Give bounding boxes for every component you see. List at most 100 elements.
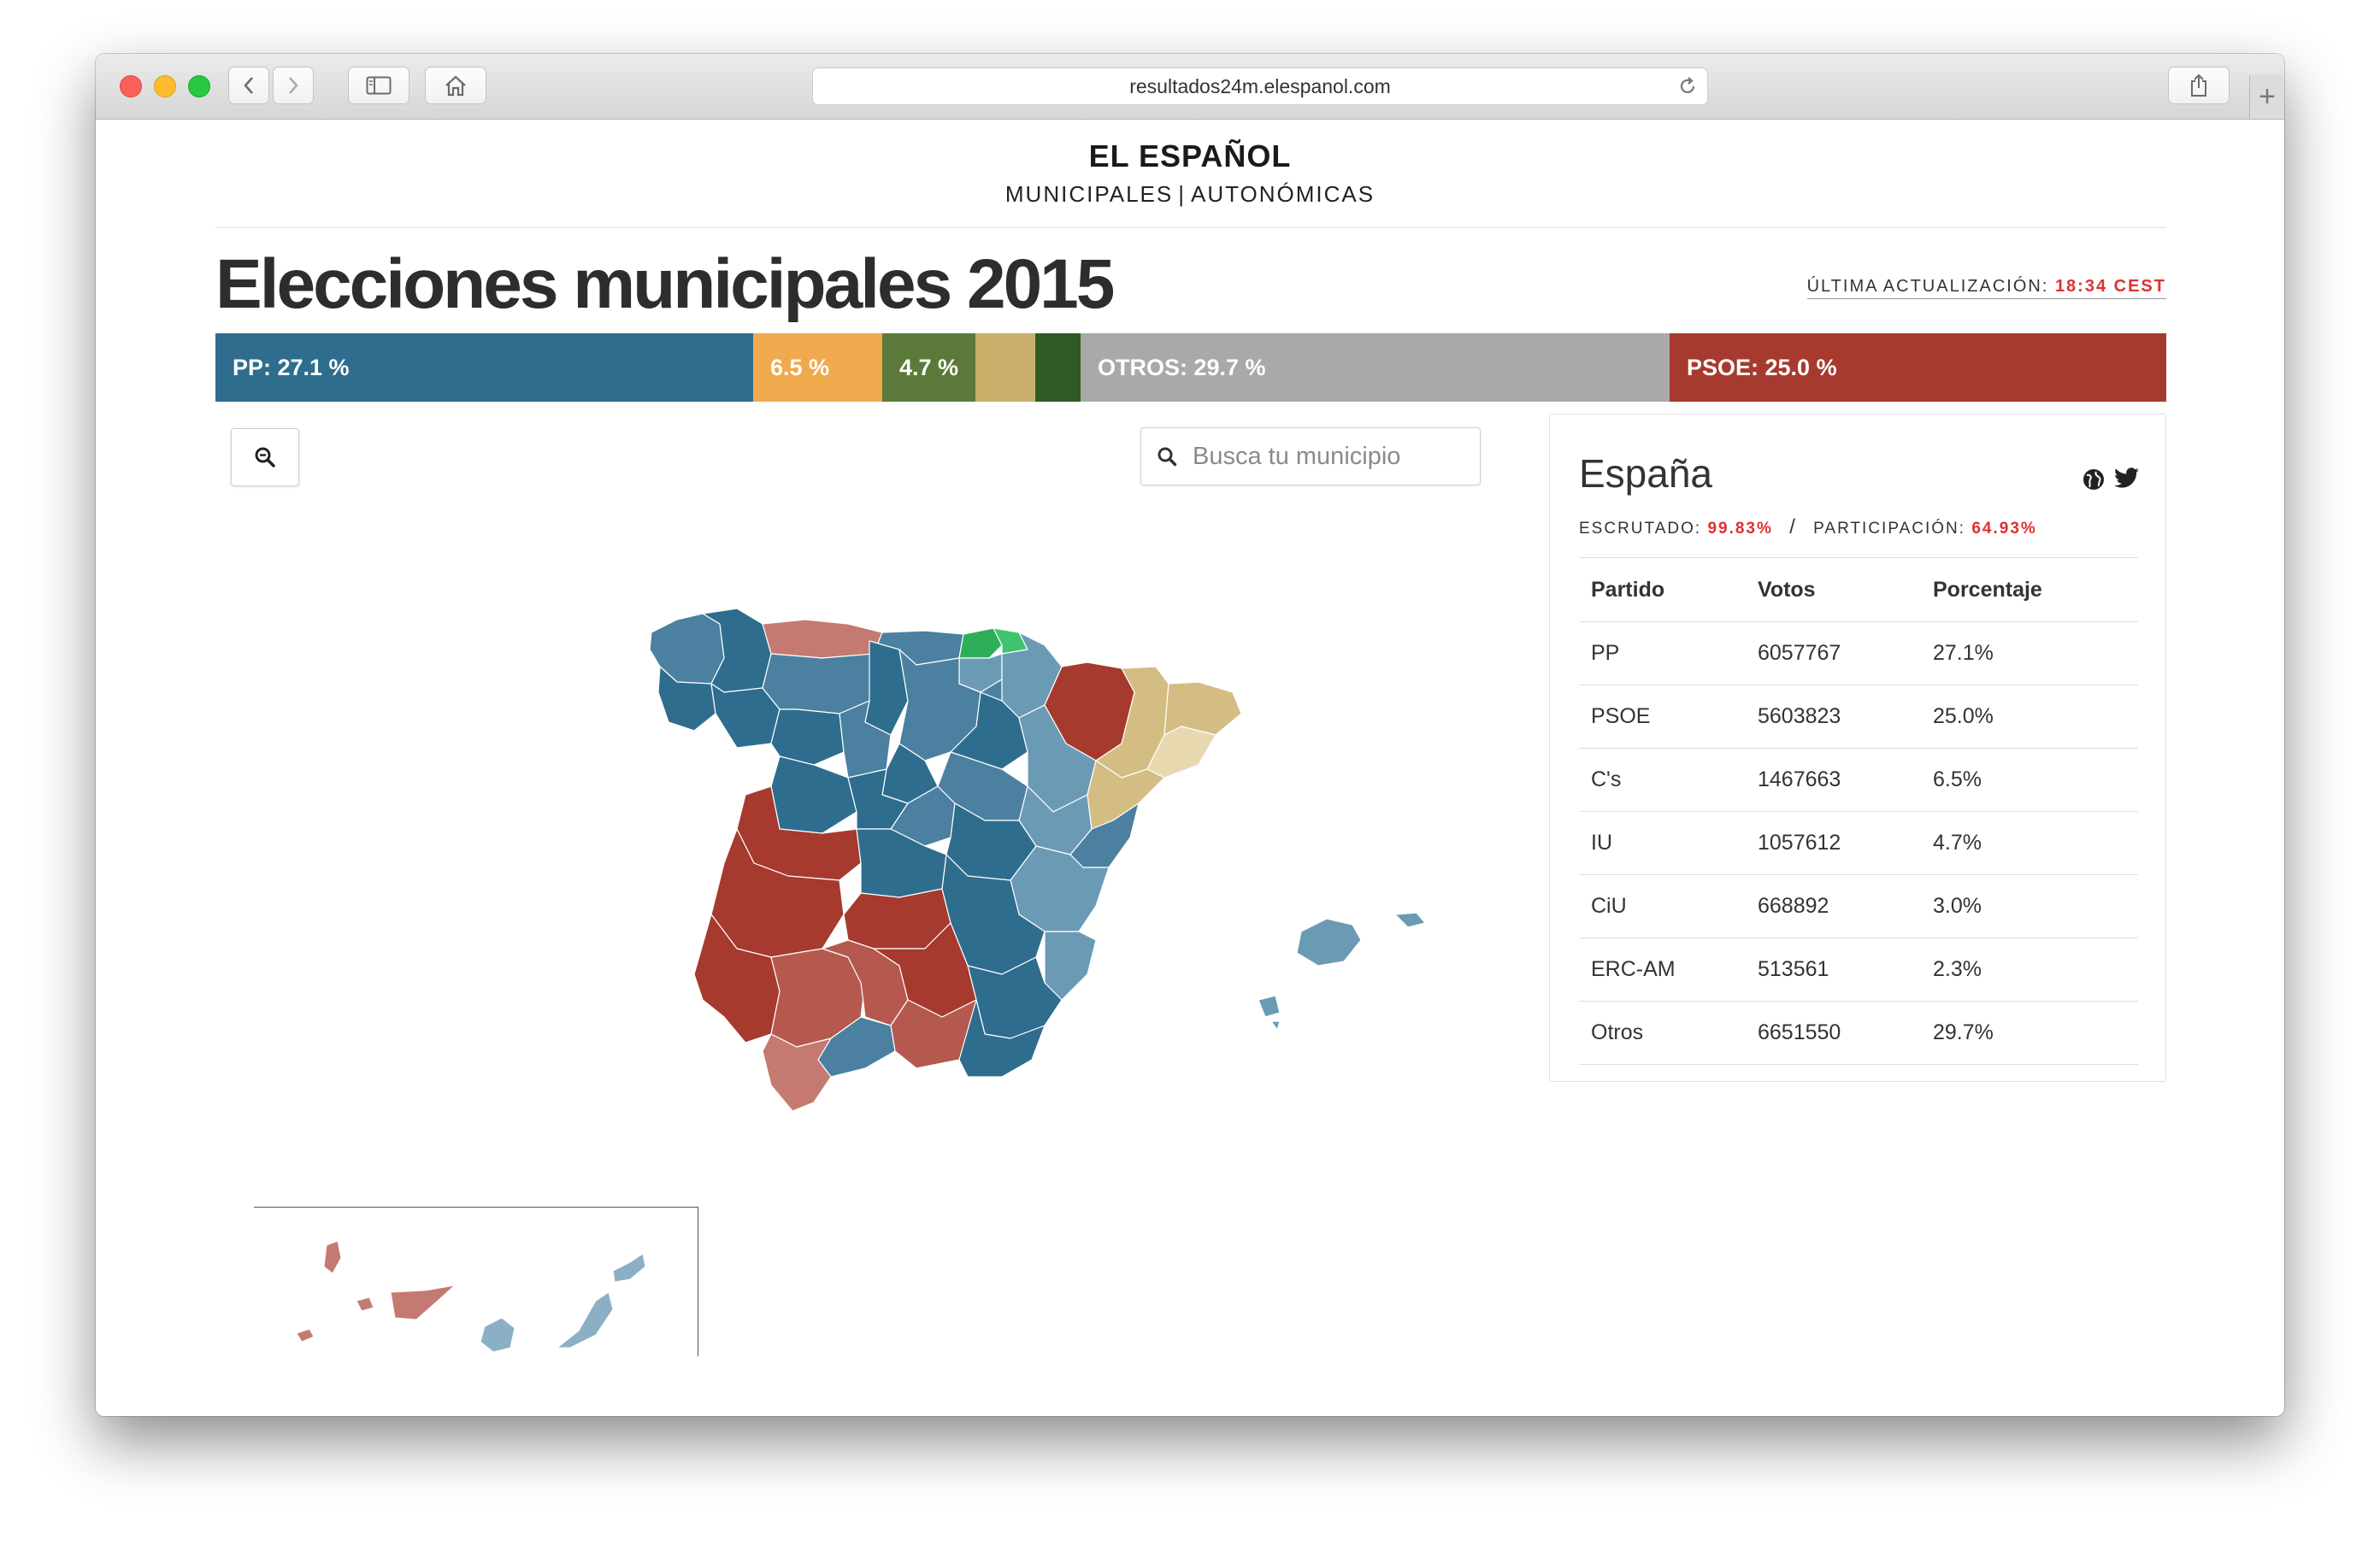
party-votes: 6057767 <box>1746 621 1921 685</box>
reload-icon[interactable] <box>1676 75 1699 97</box>
table-row: ERC-AM 513561 2.3% <box>1579 938 2138 1002</box>
island-la-gomera[interactable] <box>356 1296 374 1312</box>
results-panel: España ESCRUTADO: 99.83% / PARTICIPACIÓN… <box>1549 414 2166 1082</box>
party-votes: 6651550 <box>1746 1001 1921 1065</box>
party-name: IU <box>1579 811 1746 875</box>
party-votes: 1057612 <box>1746 811 1921 875</box>
party-votes: 513561 <box>1746 938 1921 1002</box>
nav-link-municipales[interactable]: MUNICIPALES <box>1005 181 1173 207</box>
chevron-right-icon <box>289 77 298 94</box>
new-tab-button[interactable]: + <box>2249 75 2284 119</box>
escrutado-value: 99.83% <box>1707 520 1773 538</box>
last-update-time: 18:34 CEST <box>2054 277 2166 296</box>
browser-window: resultados24m.elespanol.com + EL ESPAÑOL… <box>96 54 2284 1416</box>
site-nav: MUNICIPALES | AUTONÓMICAS <box>96 181 2284 208</box>
party-percent: 27.1% <box>1921 621 2138 685</box>
party-segment[interactable]: 6.5 % <box>753 333 882 402</box>
island-lanzarote[interactable] <box>612 1253 646 1283</box>
party-name: CiU <box>1579 874 1746 938</box>
page-content: EL ESPAÑOL MUNICIPALES | AUTONÓMICAS Elecc… <box>96 120 2284 1416</box>
globe-icon[interactable] <box>2082 467 2106 491</box>
island-el-hierro[interactable] <box>296 1328 315 1343</box>
party-segment[interactable] <box>1035 333 1081 402</box>
last-update: ÚLTIMA ACTUALIZACIÓN: 18:34 CEST <box>1806 277 2166 299</box>
nav-link-autonomicas[interactable]: AUTONÓMICAS <box>1191 181 1375 207</box>
party-name: C's <box>1579 748 1746 812</box>
party-votes: 5603823 <box>1746 685 1921 749</box>
party-percent: 3.0% <box>1921 874 2138 938</box>
region-title: España <box>1579 451 1713 496</box>
maximize-window-button[interactable] <box>188 75 210 97</box>
table-row: PSOE 5603823 25.0% <box>1579 685 2138 749</box>
stats-separator: / <box>1789 515 1797 538</box>
party-percent: 6.5% <box>1921 748 2138 812</box>
back-button[interactable] <box>228 67 269 104</box>
nav-separator: | <box>1178 181 1186 207</box>
province-asturias[interactable] <box>762 619 883 659</box>
browser-toolbar: resultados24m.elespanol.com + <box>96 54 2284 120</box>
table-row: CiU 668892 3.0% <box>1579 874 2138 938</box>
party-segment[interactable]: PSOE: 25.0 % <box>1670 333 2166 402</box>
canary-islands-map[interactable] <box>254 1207 698 1356</box>
url-text: resultados24m.elespanol.com <box>1129 74 1391 97</box>
address-bar[interactable]: resultados24m.elespanol.com <box>812 68 1708 105</box>
sidebar-icon <box>366 76 392 95</box>
column-header-porcentaje: Porcentaje <box>1921 557 2138 622</box>
table-header-row: Partido Votos Porcentaje <box>1579 557 2138 622</box>
minimize-window-button[interactable] <box>154 75 176 97</box>
party-name: Otros <box>1579 1001 1746 1065</box>
party-name: ERC-AM <box>1579 938 1746 1002</box>
zoom-out-icon <box>255 447 275 467</box>
escrutado-label: ESCRUTADO: <box>1579 520 1702 538</box>
search-input[interactable] <box>1191 441 1468 472</box>
island-fuerteventura[interactable] <box>556 1291 614 1349</box>
results-table: Partido Votos Porcentaje PP 6057767 27.1… <box>1579 557 2138 1065</box>
province-leon[interactable] <box>762 653 875 714</box>
participacion-label: PARTICIPACIÓN: <box>1813 520 1966 538</box>
share-icon <box>2191 73 2206 97</box>
province-girona[interactable] <box>1163 681 1242 736</box>
party-percent: 2.3% <box>1921 938 2138 1002</box>
province-salamanca[interactable] <box>770 755 857 834</box>
province-alicante[interactable] <box>1044 931 1097 1001</box>
forward-button[interactable] <box>273 67 314 104</box>
party-percent: 4.7% <box>1921 811 2138 875</box>
site-logo[interactable]: EL ESPAÑOL <box>96 138 2284 174</box>
island-la-palma[interactable] <box>323 1240 342 1274</box>
participacion-value: 64.93% <box>1971 520 2037 538</box>
search-icon <box>1158 447 1177 467</box>
party-segment[interactable]: 4.7 % <box>882 333 975 402</box>
header-divider <box>215 227 2166 228</box>
plus-icon: + <box>2259 80 2276 113</box>
share-button[interactable] <box>2168 67 2230 104</box>
island-mallorca[interactable] <box>1296 918 1362 967</box>
counting-stats: ESCRUTADO: 99.83% / PARTICIPACIÓN: 64.93… <box>1579 515 2037 539</box>
table-row: Otros 6651550 29.7% <box>1579 1001 2138 1065</box>
island-ibiza[interactable] <box>1258 995 1281 1018</box>
column-header-votos: Votos <box>1746 557 1921 622</box>
sidebar-button[interactable] <box>348 67 409 104</box>
zoom-out-button[interactable] <box>231 428 299 486</box>
island-tenerife[interactable] <box>390 1285 457 1320</box>
party-percent: 29.7% <box>1921 1001 2138 1065</box>
table-row: PP 6057767 27.1% <box>1579 621 2138 685</box>
island-menorca[interactable] <box>1394 912 1426 928</box>
home-icon <box>445 75 466 97</box>
municipality-search[interactable] <box>1140 427 1481 485</box>
party-votes: 1467663 <box>1746 748 1921 812</box>
party-segment[interactable]: PP: 27.1 % <box>215 333 753 402</box>
close-window-button[interactable] <box>120 75 142 97</box>
party-name: PSOE <box>1579 685 1746 749</box>
party-share-bar: PP: 27.1 % 6.5 % 4.7 % OTROS: 29.7 % PSOE: 2… <box>215 333 2166 402</box>
island-gran-canaria[interactable] <box>480 1317 515 1353</box>
spain-results-map[interactable] <box>643 573 1498 1205</box>
table-row: IU 1057612 4.7% <box>1579 811 2138 875</box>
party-name: PP <box>1579 621 1746 685</box>
party-segment[interactable] <box>975 333 1035 402</box>
twitter-icon[interactable] <box>2114 467 2140 490</box>
home-button[interactable] <box>425 67 486 104</box>
party-votes: 668892 <box>1746 874 1921 938</box>
party-segment[interactable]: OTROS: 29.7 % <box>1081 333 1670 402</box>
page-title: Elecciones municipales 2015 <box>215 245 1115 323</box>
island-formentera[interactable] <box>1270 1020 1281 1031</box>
